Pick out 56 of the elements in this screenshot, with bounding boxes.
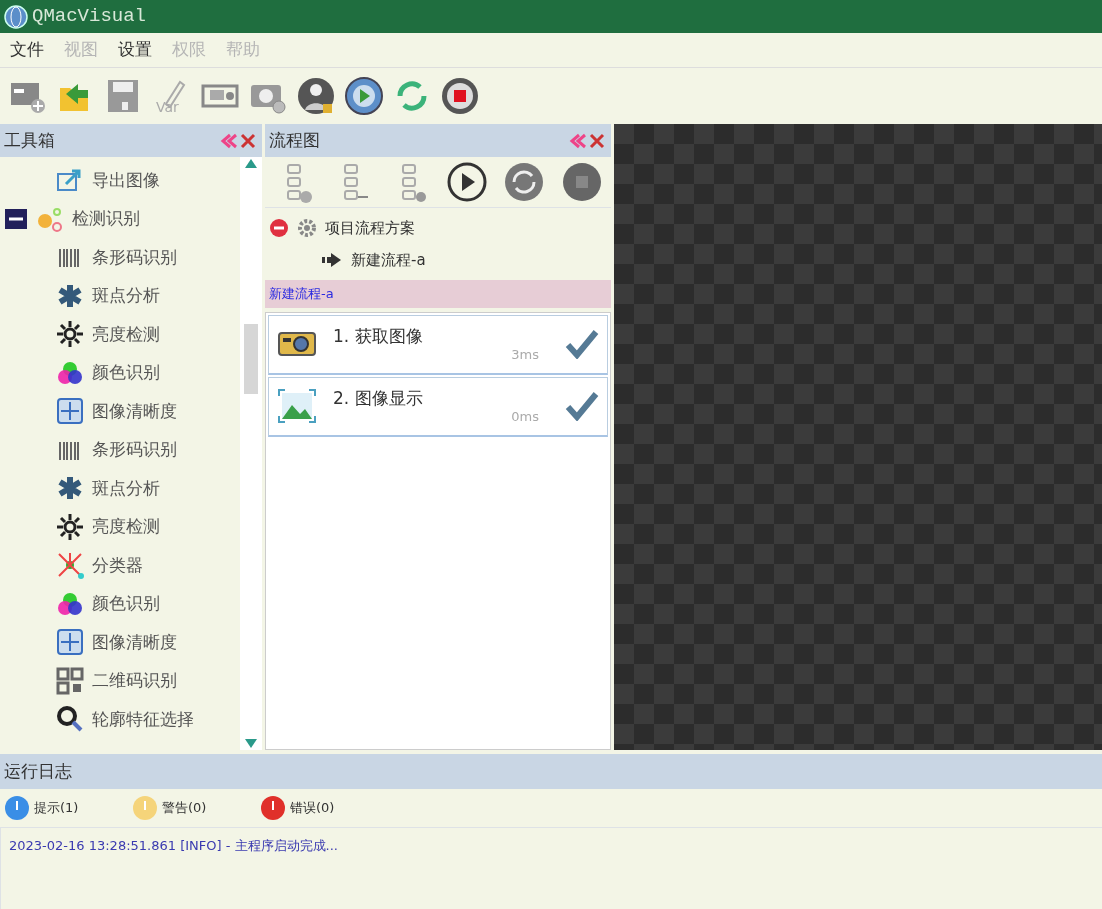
panel-title: 流程图: [269, 128, 320, 152]
alert-dot-icon: [132, 795, 158, 821]
step-row[interactable]: 2. 图像显示 0ms: [268, 376, 608, 437]
log-entry: 2023-02-16 13:28:51.861 [INFO] - 主程序启动完成...: [9, 837, 339, 855]
log-filter[interactable]: 提示(1): [4, 795, 132, 821]
tree-item[interactable]: 轮廓特征选择: [92, 706, 194, 732]
stop-icon[interactable]: [440, 76, 480, 116]
tree-item[interactable]: 斑点分析: [92, 475, 160, 501]
gear-icon: [297, 218, 317, 238]
step-label: 2. 图像显示: [333, 386, 424, 410]
step-time: 0ms: [511, 408, 539, 426]
tree-item[interactable]: 分类器: [92, 552, 143, 578]
panel-title: 运行日志: [4, 759, 72, 783]
panel-title: 工具箱: [4, 128, 55, 152]
step-row[interactable]: 1. 获取图像 3ms: [268, 314, 608, 375]
play-icon[interactable]: [446, 161, 487, 203]
sun-icon: [56, 320, 84, 349]
tree-item[interactable]: 条形码识别: [92, 244, 177, 270]
step-label: 1. 获取图像: [333, 324, 424, 348]
window-title: QMacVisual: [32, 4, 147, 30]
sun-icon: [56, 512, 84, 541]
globe-icon: [4, 4, 28, 29]
tree-item[interactable]: 图像清晰度: [92, 398, 177, 424]
tree-item[interactable]: 斑点分析: [92, 283, 160, 309]
alert-dot-icon: [260, 795, 286, 821]
collapse-circle-icon[interactable]: [269, 218, 289, 238]
tree-item[interactable]: 颜色识别: [92, 360, 160, 386]
tree-item[interactable]: 亮度检测: [92, 321, 160, 347]
menu-item[interactable]: 文件: [0, 37, 54, 63]
user-lock-icon[interactable]: [296, 76, 336, 116]
tree-item[interactable]: 亮度检测: [92, 514, 160, 540]
step-time: 3ms: [511, 346, 539, 364]
collapse-box-icon[interactable]: [4, 207, 28, 230]
scrollbar[interactable]: [240, 157, 262, 750]
tree-item[interactable]: 检测识别: [72, 206, 140, 232]
tree-item[interactable]: 颜色识别: [92, 591, 160, 617]
refresh-icon[interactable]: [504, 161, 545, 203]
alert-dot-icon: [4, 795, 30, 821]
log-filter[interactable]: 警告(0): [132, 795, 260, 821]
node-star-icon: [56, 551, 84, 580]
tree-item[interactable]: 新建流程-a: [351, 248, 426, 272]
tree-item[interactable]: 图像清晰度: [92, 629, 177, 655]
log-filter[interactable]: 错误(0): [260, 795, 388, 821]
play-icon[interactable]: [344, 76, 384, 116]
menu-item[interactable]: 设置: [108, 37, 162, 63]
scrollbar-thumb[interactable]: [244, 324, 258, 394]
tree-item[interactable]: 条形码识别: [92, 437, 177, 463]
landscape-icon: [277, 388, 317, 424]
qr-code-icon: [56, 666, 84, 695]
arrow-right-icon: [321, 252, 343, 268]
stop-icon[interactable]: [562, 161, 603, 203]
flow-name-label: 新建流程-a: [265, 280, 611, 308]
tree-item[interactable]: 项目流程方案: [325, 216, 415, 240]
tree-item[interactable]: 导出图像: [92, 167, 160, 193]
tree-item[interactable]: 二维码识别: [92, 668, 177, 694]
scroll-down-icon[interactable]: [244, 738, 258, 750]
